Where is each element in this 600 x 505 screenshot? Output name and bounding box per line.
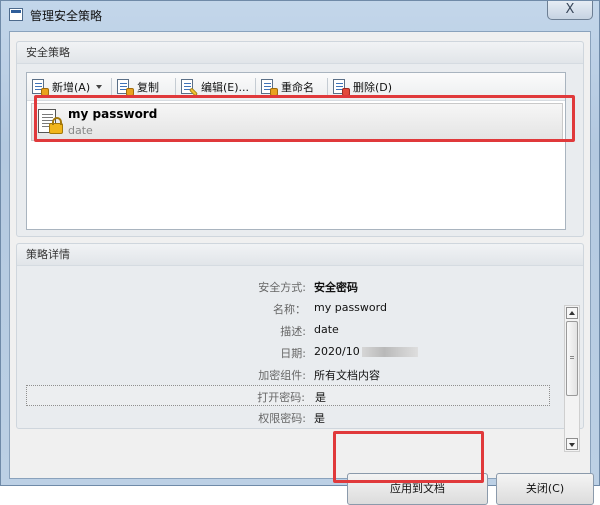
edit-policy-button[interactable]: 编辑(E)... bbox=[180, 77, 249, 97]
rename-policy-icon bbox=[260, 78, 278, 96]
scrollbar-thumb[interactable] bbox=[566, 321, 578, 396]
detail-row-open-password[interactable]: 打开密码: 是 bbox=[26, 385, 550, 406]
copy-policy-icon bbox=[116, 78, 134, 96]
details-scrollbar[interactable] bbox=[564, 305, 580, 452]
detail-value: 是 bbox=[314, 412, 325, 425]
copy-policy-button[interactable]: 复制 bbox=[116, 77, 159, 97]
copy-policy-label: 复制 bbox=[137, 81, 159, 94]
manage-security-policies-dialog: 管理安全策略 X 安全策略 新增(A) 复制 编辑(E)... 重命名 删除(D… bbox=[0, 0, 600, 505]
detail-value: 所有文档内容 bbox=[314, 369, 380, 382]
toolbar-separator bbox=[255, 78, 256, 96]
highlight-box-apply-button bbox=[333, 431, 484, 483]
rename-policy-label: 重命名 bbox=[281, 81, 314, 94]
rename-policy-button[interactable]: 重命名 bbox=[260, 77, 314, 97]
policy-details-panel: 安全方式: 安全密码 名称： my password 描述: date 日期: … bbox=[26, 270, 566, 426]
window-title: 管理安全策略 bbox=[30, 9, 103, 23]
detail-row-permission-password: 权限密码: 是 bbox=[26, 407, 550, 426]
title-bar[interactable]: 管理安全策略 X bbox=[1, 1, 599, 31]
chevron-down-icon[interactable] bbox=[96, 85, 103, 89]
detail-value: 2020/10 bbox=[314, 345, 360, 358]
delete-policy-button[interactable]: 删除(D) bbox=[332, 77, 392, 97]
add-policy-button[interactable]: 新增(A) bbox=[31, 77, 103, 97]
app-window-icon bbox=[9, 8, 23, 21]
detail-key: 描述: bbox=[280, 325, 306, 338]
toolbar-separator bbox=[175, 78, 176, 96]
detail-key: 加密组件: bbox=[258, 369, 306, 382]
redacted-blur bbox=[361, 347, 418, 357]
detail-key: 安全方式: bbox=[258, 281, 306, 294]
detail-value: date bbox=[314, 323, 339, 336]
security-policies-group-title: 安全策略 bbox=[17, 42, 583, 64]
toolbar-separator bbox=[327, 78, 328, 96]
scroll-up-arrow-icon[interactable] bbox=[566, 307, 578, 319]
detail-value: 安全密码 bbox=[314, 281, 358, 294]
detail-key: 权限密码: bbox=[258, 412, 306, 425]
delete-policy-icon bbox=[332, 78, 350, 96]
detail-value: my password bbox=[314, 301, 387, 314]
close-button[interactable]: 关闭(C) bbox=[496, 473, 594, 505]
detail-value-date: 2020/10 bbox=[314, 345, 418, 358]
scroll-down-arrow-icon[interactable] bbox=[566, 438, 578, 450]
toolbar-separator bbox=[111, 78, 112, 96]
detail-row-encryption-component: 加密组件: 所有文档内容 bbox=[26, 364, 550, 385]
detail-row-date: 日期: 2020/10 bbox=[26, 342, 550, 363]
detail-row-name: 名称： my password bbox=[26, 298, 550, 319]
new-policy-icon bbox=[31, 78, 49, 96]
detail-key: 日期: bbox=[280, 347, 306, 360]
detail-key: 打开密码: bbox=[257, 391, 305, 404]
detail-row-security-method: 安全方式: 安全密码 bbox=[26, 276, 550, 297]
detail-key: 名称： bbox=[273, 303, 306, 316]
highlight-box-policy-item bbox=[34, 95, 575, 142]
window-close-button[interactable]: X bbox=[547, 1, 593, 20]
policy-details-group-title: 策略详情 bbox=[17, 244, 583, 266]
delete-policy-label: 删除(D) bbox=[353, 81, 393, 94]
detail-row-description: 描述: date bbox=[26, 320, 550, 341]
add-policy-label: 新增(A) bbox=[52, 81, 91, 94]
detail-value: 是 bbox=[315, 391, 326, 404]
edit-policy-icon bbox=[180, 78, 199, 97]
edit-policy-label: 编辑(E)... bbox=[201, 81, 250, 94]
